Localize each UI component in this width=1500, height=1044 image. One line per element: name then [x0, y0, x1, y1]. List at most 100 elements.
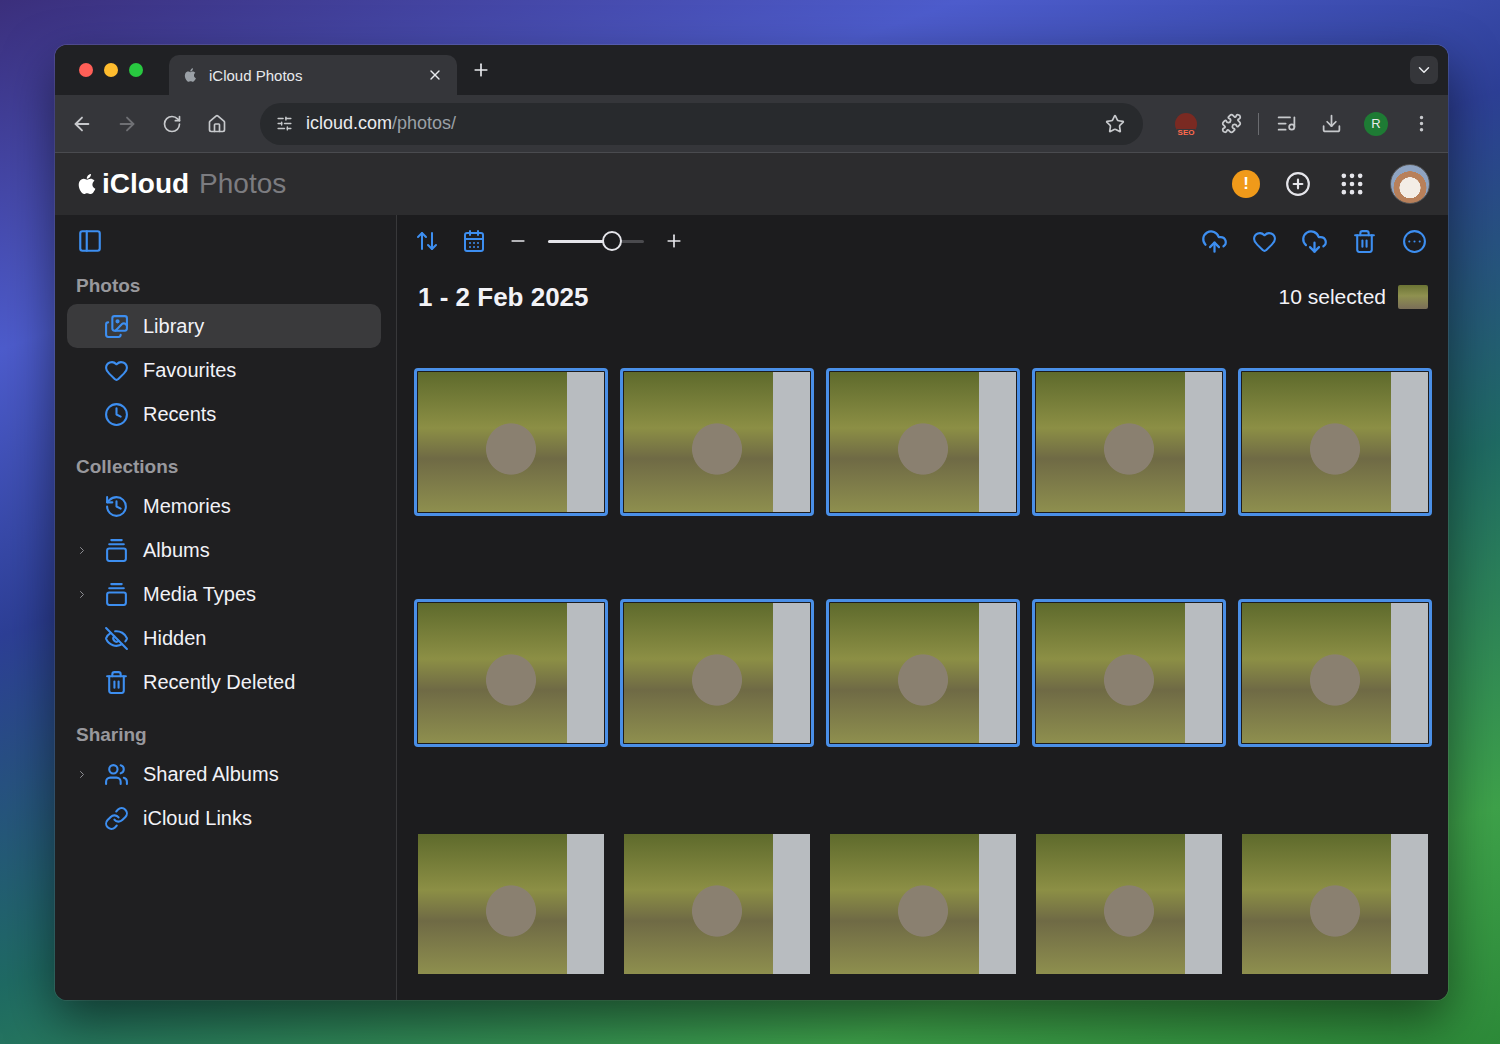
more-button[interactable]	[1396, 223, 1432, 259]
photo-tile[interactable]	[620, 830, 814, 978]
photo-tile[interactable]	[414, 830, 608, 978]
home-button[interactable]	[199, 106, 235, 142]
zoom-in-button[interactable]	[659, 226, 689, 256]
tab-search-button[interactable]	[1410, 56, 1438, 84]
photo	[1242, 372, 1428, 512]
upload-button[interactable]	[1196, 223, 1232, 259]
sidebar-item[interactable]: Shared Albums	[67, 752, 381, 796]
aspect-icon	[415, 229, 439, 253]
fit-view-button[interactable]	[409, 223, 445, 259]
site-info-button[interactable]	[270, 110, 298, 138]
sidebar-item[interactable]: iCloud Links	[67, 796, 381, 840]
new-tab-button[interactable]	[465, 54, 497, 86]
app-header: iCloudPhotos!	[55, 153, 1448, 215]
download-button[interactable]	[1296, 223, 1332, 259]
seo-extension-button[interactable]: SEO	[1168, 106, 1204, 142]
sidebar-item[interactable]: Recents	[67, 392, 381, 436]
toggle-sidebar-button[interactable]	[74, 225, 106, 257]
app-launcher-button[interactable]	[1336, 168, 1368, 200]
photo	[418, 372, 604, 512]
photo-tile[interactable]	[826, 599, 1020, 747]
browser-tab[interactable]: iCloud Photos	[169, 55, 457, 95]
close-window-button[interactable]	[79, 63, 93, 77]
media-controls-button[interactable]	[1268, 106, 1304, 142]
arrow-right-icon	[116, 113, 138, 135]
trash-icon	[1352, 229, 1377, 254]
reload-button[interactable]	[154, 106, 190, 142]
sidebar-item[interactable]: Memories	[67, 484, 381, 528]
sidebar-item-icon	[104, 402, 129, 427]
slider-knob[interactable]	[602, 231, 622, 251]
omnibox[interactable]: icloud.com/photos/	[260, 103, 1143, 145]
browser-menu-button[interactable]	[1403, 106, 1439, 142]
url-text[interactable]: icloud.com/photos/	[306, 113, 1093, 134]
photo	[1036, 372, 1222, 512]
alert-badge[interactable]: !	[1232, 170, 1260, 198]
sidebar-item-icon	[104, 806, 129, 831]
address-bar: icloud.com/photos/SEO R	[55, 95, 1448, 153]
photo	[624, 834, 810, 974]
downloads-button[interactable]	[1313, 106, 1349, 142]
media-list-icon	[1276, 113, 1297, 134]
sidebar-item[interactable]: Media Types	[67, 572, 381, 616]
photo-tile[interactable]	[620, 368, 814, 516]
profile-button[interactable]: R	[1358, 106, 1394, 142]
chevron-right-icon[interactable]	[76, 543, 88, 558]
extensions-button[interactable]	[1213, 106, 1249, 142]
photo-tile[interactable]	[1238, 830, 1432, 978]
zoom-window-button[interactable]	[129, 63, 143, 77]
icloud-logo[interactable]: iCloudPhotos	[76, 168, 286, 200]
tab-strip: iCloud Photos	[55, 45, 1448, 95]
plus-icon	[664, 231, 684, 251]
calendar-view-button[interactable]	[456, 223, 492, 259]
photo-tile[interactable]	[1238, 599, 1432, 747]
sidebar-item-icon	[104, 538, 129, 563]
photos-toolbar	[397, 215, 1448, 267]
section-title: Sharing	[67, 704, 381, 752]
sidebar-item[interactable]: Library	[67, 304, 381, 348]
sidebar-item-icon	[104, 494, 129, 519]
kebab-icon	[1411, 113, 1432, 134]
sidebar-item[interactable]: Recently Deleted	[67, 660, 381, 704]
photo-library: 1 - 2 Feb 202510 selected	[397, 215, 1448, 1000]
create-button[interactable]	[1282, 168, 1314, 200]
photo-tile[interactable]	[620, 599, 814, 747]
chevron-down-icon	[1415, 61, 1433, 79]
chevron-right-icon[interactable]	[76, 587, 88, 602]
back-button[interactable]	[64, 106, 100, 142]
photo	[830, 372, 1016, 512]
sidebar-section: PhotosLibraryFavouritesRecents	[67, 267, 381, 436]
sidebar-item-icon	[104, 314, 129, 339]
photo-tile[interactable]	[1032, 599, 1226, 747]
delete-button[interactable]	[1346, 223, 1382, 259]
close-tab-button[interactable]	[425, 65, 445, 85]
photo-tile[interactable]	[826, 368, 1020, 516]
favourite-button[interactable]	[1246, 223, 1282, 259]
photo-tile[interactable]	[1032, 830, 1226, 978]
photo-tile[interactable]	[414, 599, 608, 747]
minimize-window-button[interactable]	[104, 63, 118, 77]
photo	[624, 372, 810, 512]
sidebar-item[interactable]: Albums	[67, 528, 381, 572]
photo-tile[interactable]	[414, 368, 608, 516]
account-avatar[interactable]	[1390, 164, 1430, 204]
section-title: Photos	[67, 267, 381, 304]
bookmark-button[interactable]	[1101, 110, 1129, 138]
zoom-slider[interactable]	[548, 240, 644, 243]
photo-tile[interactable]	[1032, 368, 1226, 516]
home-icon	[207, 114, 227, 134]
zoom-out-button[interactable]	[503, 226, 533, 256]
close-icon	[427, 67, 443, 83]
seo-extension-icon: SEO	[1175, 113, 1197, 135]
sidebar-icon	[77, 228, 103, 254]
sidebar-item-icon	[104, 670, 129, 695]
photo-tile[interactable]	[1238, 368, 1432, 516]
forward-button[interactable]	[109, 106, 145, 142]
minus-icon	[508, 231, 528, 251]
date-range: 1 - 2 Feb 2025	[418, 282, 589, 313]
star-icon	[1105, 114, 1125, 134]
chevron-right-icon[interactable]	[76, 767, 88, 782]
sidebar-item[interactable]: Hidden	[67, 616, 381, 660]
sidebar-item[interactable]: Favourites	[67, 348, 381, 392]
photo-tile[interactable]	[826, 830, 1020, 978]
